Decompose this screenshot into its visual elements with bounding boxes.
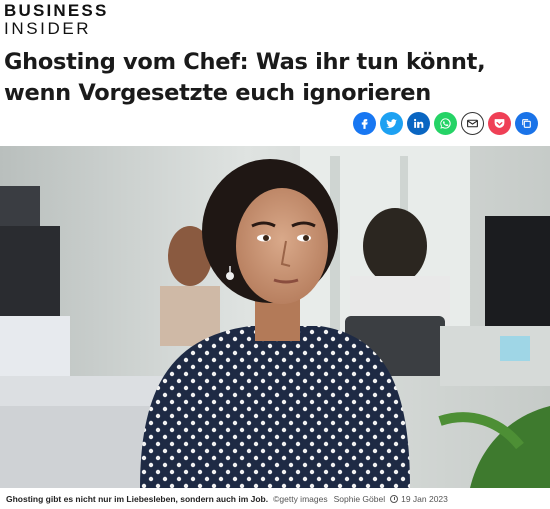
- whatsapp-share-button[interactable]: [434, 112, 457, 135]
- article-hero-image: [0, 146, 550, 488]
- publish-date: 19 Jan 2023: [401, 494, 448, 504]
- copy-link-icon: [522, 119, 531, 128]
- linkedin-icon: [414, 118, 424, 128]
- business-insider-logo[interactable]: BUSINESS INSIDER: [4, 2, 109, 37]
- email-share-button[interactable]: [461, 112, 484, 135]
- article-author[interactable]: Sophie Göbel: [334, 494, 386, 504]
- whatsapp-icon: [440, 118, 451, 129]
- facebook-icon: [361, 119, 368, 129]
- clock-icon: [390, 495, 399, 503]
- article-headline: Ghosting vom Chef: Was ihr tun könnt, we…: [4, 49, 486, 106]
- copy-link-share-button[interactable]: [515, 112, 538, 135]
- linkedin-share-button[interactable]: [407, 112, 430, 135]
- image-credit: ©getty images: [273, 494, 328, 504]
- email-icon: [467, 119, 478, 128]
- twitter-icon: [386, 119, 397, 128]
- pocket-share-button[interactable]: [488, 112, 511, 135]
- office-woman-photo: [0, 146, 550, 488]
- share-bar: [353, 112, 538, 135]
- facebook-share-button[interactable]: [353, 112, 376, 135]
- image-caption: Ghosting gibt es nicht nur im Liebeslebe…: [6, 494, 269, 504]
- image-caption-bar: Ghosting gibt es nicht nur im Liebeslebe…: [6, 494, 448, 504]
- logo-line-1: BUSINESS: [4, 1, 109, 20]
- pocket-icon: [494, 119, 505, 128]
- twitter-share-button[interactable]: [380, 112, 403, 135]
- logo-line-2: INSIDER: [4, 19, 92, 38]
